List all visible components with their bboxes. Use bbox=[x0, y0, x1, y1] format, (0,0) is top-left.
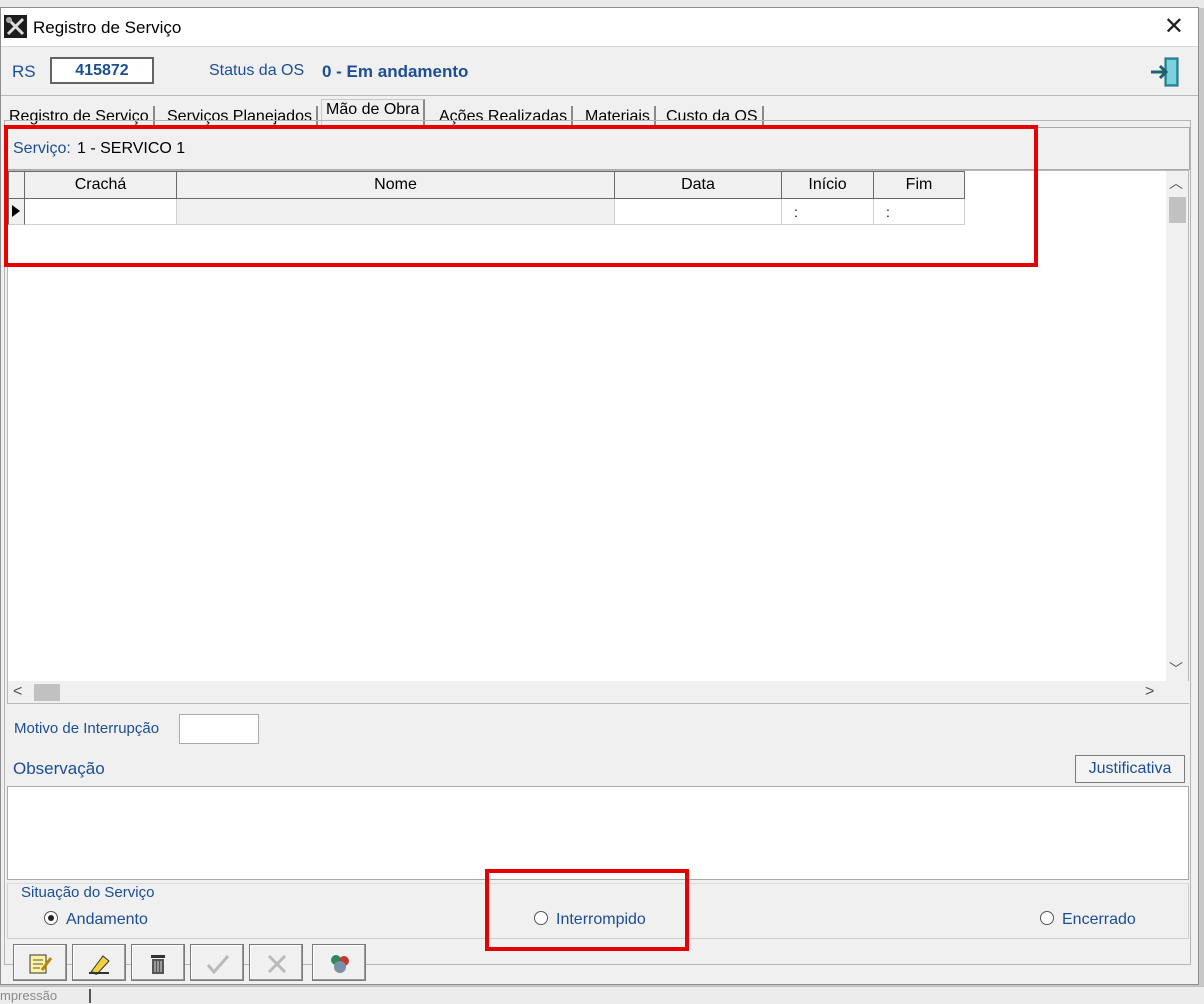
highlight-box-interrompido bbox=[485, 869, 689, 951]
vertical-scroll-thumb[interactable] bbox=[1169, 197, 1186, 223]
edit-pencil-button[interactable] bbox=[72, 944, 126, 981]
radio-andamento[interactable]: Andamento bbox=[44, 910, 148, 929]
status-value: 0 - Em andamento bbox=[322, 62, 469, 81]
people-button[interactable] bbox=[312, 944, 366, 981]
situacao-label: Situação do Serviço bbox=[19, 884, 157, 901]
highlight-box-grid bbox=[4, 125, 1038, 267]
scroll-right-icon[interactable]: > bbox=[1145, 683, 1154, 701]
edit-note-button[interactable] bbox=[13, 944, 67, 981]
background-status-text: mpressão bbox=[0, 988, 58, 1003]
rs-value-field: 415872 bbox=[50, 57, 154, 84]
close-icon[interactable]: ✕ bbox=[1164, 14, 1184, 38]
motivo-input[interactable] bbox=[179, 714, 259, 744]
radio-andamento-label: Andamento bbox=[66, 911, 148, 928]
horizontal-scroll-thumb[interactable] bbox=[34, 684, 60, 701]
horizontal-scrollbar[interactable]: < > bbox=[8, 681, 1190, 703]
window-title: Registro de Serviço bbox=[33, 18, 182, 37]
motivo-label: Motivo de Interrupção bbox=[14, 720, 160, 737]
vertical-scrollbar[interactable]: ︿ ﹀ bbox=[1166, 171, 1188, 681]
confirm-button[interactable] bbox=[190, 944, 244, 981]
scroll-left-icon[interactable]: < bbox=[13, 683, 22, 701]
edit-note-icon bbox=[29, 954, 53, 974]
observacao-textarea[interactable] bbox=[7, 786, 1189, 880]
background-statusbar: mpressão bbox=[0, 986, 1204, 1004]
title-bar: Registro de Serviço ✕ bbox=[1, 8, 1198, 46]
app-tools-icon bbox=[4, 15, 27, 38]
radio-selected-icon[interactable] bbox=[44, 910, 58, 925]
cancel-button[interactable] bbox=[249, 944, 303, 981]
cancel-x-icon bbox=[267, 954, 287, 974]
edit-pencil-icon bbox=[89, 955, 110, 975]
scroll-down-icon[interactable]: ﹀ bbox=[1169, 659, 1183, 679]
exit-door-icon[interactable] bbox=[1148, 56, 1182, 88]
observacao-label: Observação bbox=[13, 759, 105, 778]
scroll-up-icon[interactable]: ︿ bbox=[1169, 173, 1183, 193]
check-icon bbox=[206, 955, 230, 975]
justificativa-button[interactable]: Justificativa bbox=[1075, 755, 1185, 783]
radio-encerrado-label: Encerrado bbox=[1062, 911, 1136, 928]
header-bar: RS 415872 Status da OS 0 - Em andamento bbox=[1, 46, 1198, 96]
radio-unselected-icon[interactable] bbox=[1040, 910, 1054, 925]
people-group-icon bbox=[331, 955, 349, 973]
background-divider bbox=[89, 989, 91, 1003]
radio-encerrado[interactable]: Encerrado bbox=[1040, 910, 1136, 929]
trash-icon bbox=[151, 955, 165, 974]
status-label: Status da OS bbox=[209, 62, 305, 79]
rs-label: RS bbox=[12, 62, 36, 81]
delete-button[interactable] bbox=[131, 944, 185, 981]
